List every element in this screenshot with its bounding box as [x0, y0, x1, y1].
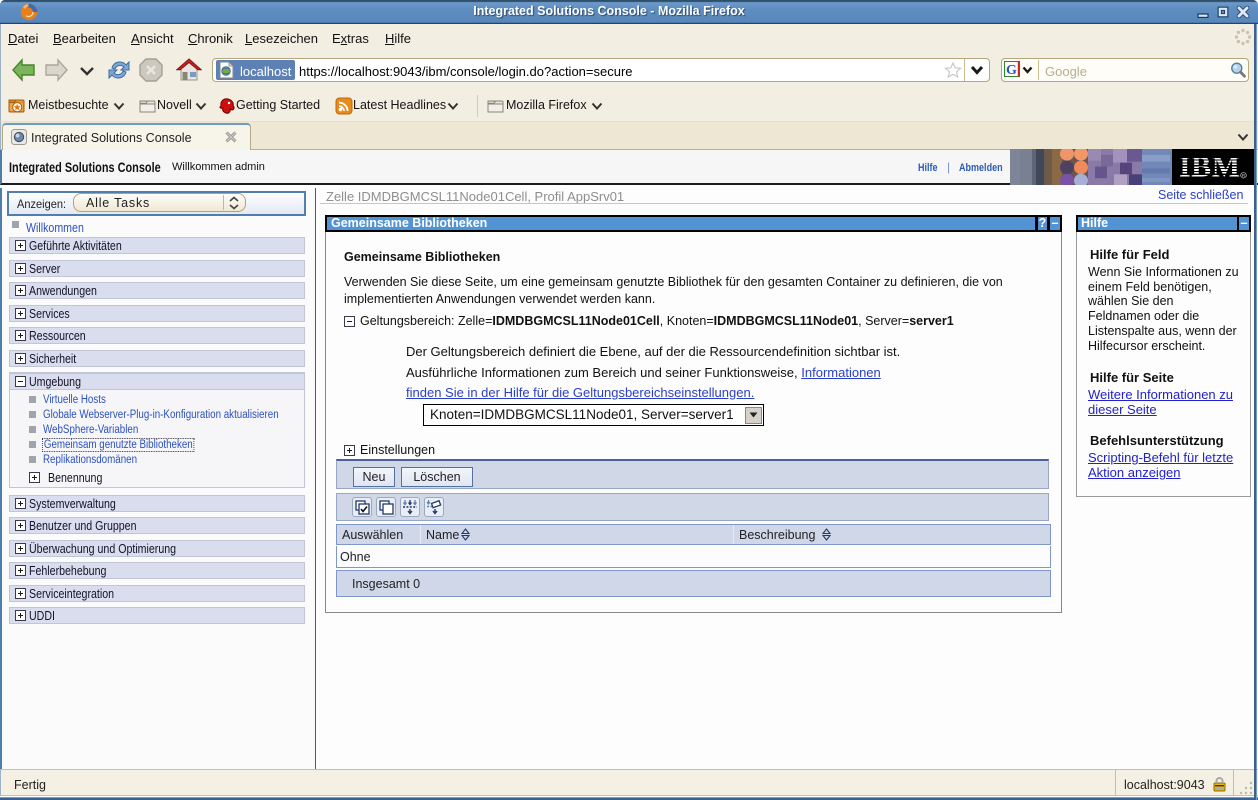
svg-text:G: G [1006, 63, 1017, 77]
